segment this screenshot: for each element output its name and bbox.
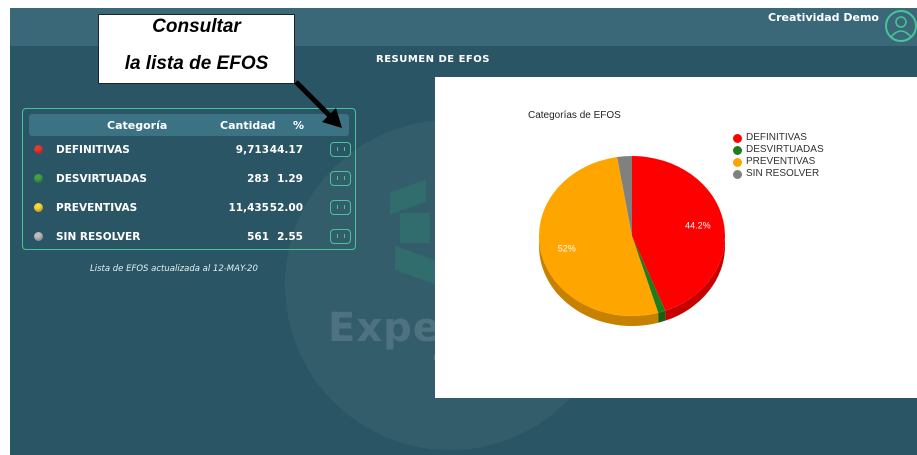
annotation-callout: Consultar la lista de EFOS: [98, 14, 295, 84]
legend-marker-icon: [733, 158, 742, 167]
list-icon: [337, 205, 345, 209]
list-icon: [337, 176, 345, 180]
pie-slice-side: [658, 310, 666, 323]
status-dot-icon: [34, 203, 43, 212]
percent-value: 2.55: [277, 231, 303, 243]
table-row: PREVENTIVAS 11,435 52.00: [29, 197, 351, 221]
percent-value: 1.29: [277, 173, 303, 185]
quantity-value: 11,435: [228, 202, 269, 214]
view-list-button[interactable]: [330, 142, 351, 157]
user-name[interactable]: Creatividad Demo: [768, 11, 879, 24]
callout-line-1: Consultar: [152, 16, 241, 37]
pie-data-label: 44.2%: [685, 221, 711, 231]
legend-label: DEFINITIVAS: [746, 132, 807, 143]
legend-label: SIN RESOLVER: [746, 168, 820, 179]
view-list-button[interactable]: [330, 171, 351, 186]
legend-label: DESVIRTUADAS: [746, 144, 824, 155]
callout-line-2: la lista de EFOS: [124, 53, 269, 74]
percent-value: 44.17: [269, 144, 303, 156]
legend-label: PREVENTIVAS: [746, 156, 816, 167]
list-icon: [337, 147, 345, 151]
percent-value: 52.00: [269, 202, 303, 214]
legend-marker-icon: [733, 170, 742, 179]
table-row: SIN RESOLVER 561 2.55: [29, 226, 351, 250]
table-row: DESVIRTUADAS 283 1.29: [29, 168, 351, 192]
chart-card: Categorías de EFOS 44.2% 52% DEFINITIVAS D…: [435, 77, 917, 398]
user-avatar-icon[interactable]: [885, 10, 917, 42]
page-title: RESUMEN DE EFOS: [376, 54, 490, 65]
quantity-value: 9,713: [235, 144, 269, 156]
annotation-arrow-icon: [294, 80, 342, 128]
last-updated-text: Lista de EFOS actualizada al 12-MAY-20: [90, 264, 258, 274]
status-dot-icon: [34, 174, 43, 183]
quantity-value: 283: [247, 173, 269, 185]
quantity-value: 561: [247, 231, 269, 243]
list-icon: [337, 234, 345, 238]
column-header-category: Categoría: [107, 119, 168, 132]
status-dot-icon: [34, 145, 43, 154]
view-list-button[interactable]: [330, 229, 351, 244]
status-dot-icon: [34, 232, 43, 241]
legend-marker-icon: [733, 146, 742, 155]
category-label: DESVIRTUADAS: [56, 173, 147, 185]
pie-data-label: 52%: [558, 244, 576, 254]
category-label: DEFINITIVAS: [56, 144, 130, 156]
category-label: PREVENTIVAS: [56, 202, 138, 214]
view-list-button[interactable]: [330, 200, 351, 215]
background-cube: [400, 213, 430, 243]
pie-chart: 44.2% 52%: [538, 156, 726, 326]
category-label: SIN RESOLVER: [56, 231, 141, 243]
table-row: DEFINITIVAS 9,713 44.17: [29, 139, 351, 163]
column-header-quantity: Cantidad: [220, 119, 276, 132]
legend-marker-icon: [733, 134, 742, 143]
